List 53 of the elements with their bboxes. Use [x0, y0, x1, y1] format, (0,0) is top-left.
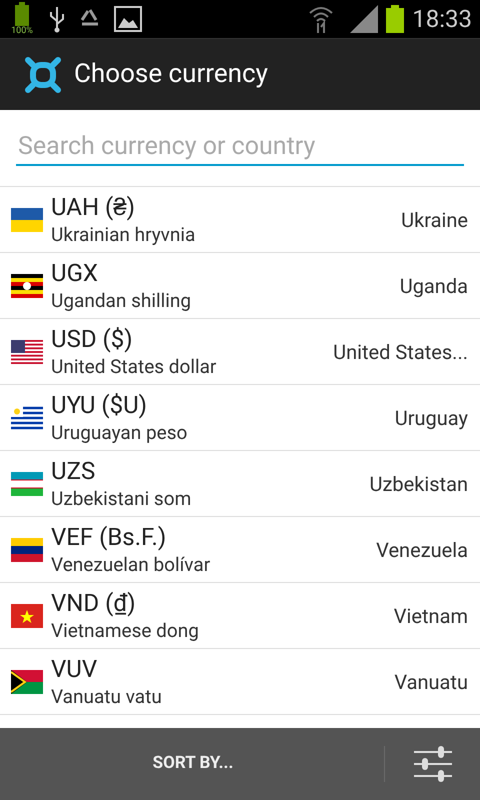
country-name: Venezuela — [376, 536, 468, 564]
currency-name: Uzbekistani som — [51, 486, 192, 512]
flag-icon — [11, 670, 43, 694]
currency-name: Venezuelan bolívar — [51, 552, 212, 578]
clock: 18:33 — [412, 7, 472, 31]
wifi-icon — [308, 5, 334, 33]
currency-code: UAH (₴) — [51, 192, 136, 222]
country-name: Uruguay — [394, 404, 468, 432]
currency-code: UGX — [51, 258, 99, 288]
search-field[interactable]: Search currency or country — [16, 128, 464, 166]
flag-icon — [11, 604, 43, 628]
currency-row[interactable]: UYU ($U) Uruguayan peso Uruguay — [0, 385, 480, 451]
battery-icon — [15, 2, 29, 26]
currency-row[interactable]: UZS Uzbekistani som Uzbekistan — [0, 451, 480, 517]
flag-icon — [11, 340, 43, 364]
flag-icon — [11, 472, 43, 496]
currency-code: VUV — [51, 654, 98, 684]
country-name: Vietnam — [394, 602, 468, 630]
flag-icon — [11, 406, 43, 430]
currency-name: Vietnamese dong — [51, 618, 200, 644]
sort-button[interactable]: SORT BY... — [0, 728, 384, 800]
signal-icon — [350, 5, 378, 33]
currency-name: Uruguayan peso — [51, 420, 188, 446]
battery-icon — [386, 5, 404, 33]
flag-icon — [11, 274, 43, 298]
currency-name: Ugandan shilling — [51, 288, 192, 314]
currency-code: VEF (Bs.F.) — [51, 522, 168, 552]
battery-percent: 100% — [11, 26, 33, 36]
usb-icon — [48, 5, 66, 33]
sliders-icon — [414, 746, 452, 782]
country-name: United States... — [333, 338, 468, 366]
currency-name: Ukrainian hryvnia — [51, 222, 196, 248]
currency-row[interactable]: VND (₫) Vietnamese dong Vietnam — [0, 583, 480, 649]
country-name: Uganda — [400, 272, 468, 300]
flag-icon — [11, 538, 43, 562]
country-name: Uzbekistan — [369, 470, 468, 498]
currency-row[interactable]: USD ($) United States dollar United States... — [0, 319, 480, 385]
currency-row[interactable]: VEF (Bs.F.) Venezuelan bolívar Venezuela — [0, 517, 480, 583]
app-logo-icon — [24, 56, 62, 94]
screen-title: Choose currency — [74, 58, 268, 91]
currency-code: UYU ($U) — [51, 390, 148, 420]
currency-code: VND (₫) — [51, 588, 137, 618]
currency-row[interactable]: UAH (₴) Ukrainian hryvnia Ukraine — [0, 187, 480, 253]
currency-row[interactable]: UGX Ugandan shilling Uganda — [0, 253, 480, 319]
currency-row[interactable]: VUV Vanuatu vatu Vanuatu — [0, 649, 480, 715]
currency-code: UZS — [51, 456, 96, 486]
currency-code: USD ($) — [51, 324, 134, 354]
currency-name: Vanuatu vatu — [51, 684, 163, 710]
image-icon — [114, 6, 142, 32]
currency-name: United States dollar — [51, 354, 218, 380]
flag-icon — [11, 208, 43, 232]
country-name: Vanuatu — [394, 668, 468, 696]
country-name: Ukraine — [401, 206, 468, 234]
